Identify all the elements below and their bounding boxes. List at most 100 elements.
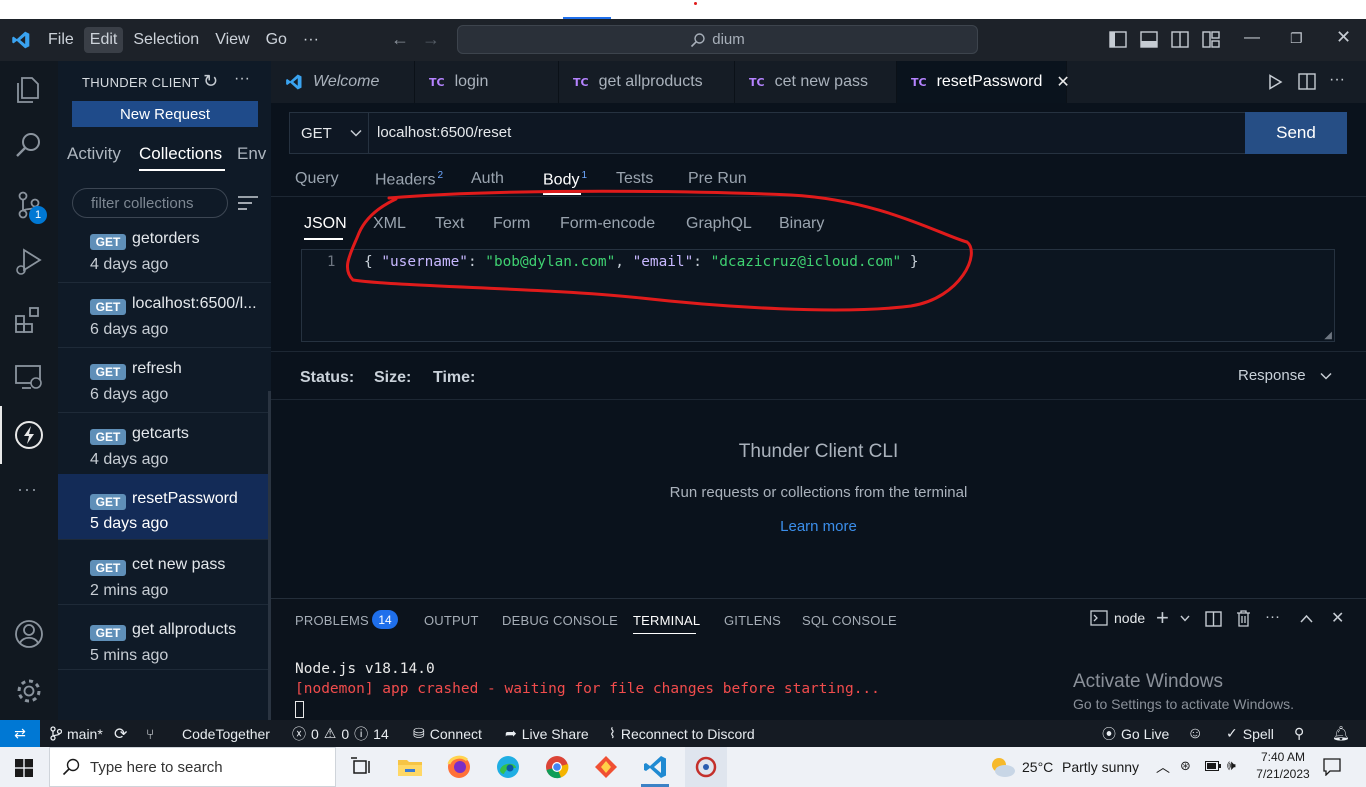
windows-start-icon[interactable]	[15, 759, 33, 777]
new-request-button[interactable]: New Request	[72, 101, 258, 127]
clock-time[interactable]: 7:40 AM	[1257, 750, 1309, 764]
list-item[interactable]: GET localhost:6500/l... 6 days ago	[58, 283, 271, 348]
split-terminal-icon[interactable]	[1205, 611, 1222, 627]
editor-more-icon[interactable]: ···	[1329, 71, 1345, 89]
task-view-icon[interactable]	[347, 754, 375, 780]
chevron-down-icon[interactable]	[1180, 615, 1190, 622]
explorer-icon[interactable]	[13, 73, 45, 105]
toggle-secondary-sidebar-icon[interactable]	[1171, 31, 1189, 48]
edge-icon[interactable]	[494, 754, 522, 780]
learn-more-text[interactable]: Learn more	[780, 518, 857, 535]
discord-status[interactable]: ⌇ Reconnect to Discord	[609, 720, 755, 747]
firefox-icon[interactable]	[445, 754, 473, 780]
learn-more-link[interactable]: Learn more	[271, 518, 1366, 535]
network-icon[interactable]: ⊛	[1180, 758, 1191, 774]
panel-tab-sql-console[interactable]: SQL CONSOLE	[802, 613, 897, 628]
menu-edit[interactable]: Edit	[83, 27, 124, 53]
activity-bar: 1 ···	[0, 61, 58, 720]
go-live[interactable]: ⦿ Go Live	[1102, 720, 1169, 747]
volume-icon[interactable]: 🕪︎	[1227, 757, 1236, 774]
close-tab-icon[interactable]: ✕	[1056, 72, 1069, 92]
menu-go[interactable]: Go	[260, 27, 293, 53]
list-item[interactable]: GET getcarts 4 days ago	[58, 413, 271, 478]
feedback-icon[interactable]: ⚲	[1294, 720, 1304, 747]
split-editor-icon[interactable]	[1298, 73, 1316, 90]
git-kraken-icon[interactable]	[592, 754, 620, 780]
spell-check[interactable]: ✓ Spell	[1226, 720, 1274, 747]
accounts-icon[interactable]	[13, 618, 45, 650]
tab-login[interactable]: TC login	[415, 61, 559, 103]
panel-tab-output[interactable]: OUTPUT	[424, 613, 479, 628]
command-center-search[interactable]: dium	[457, 25, 978, 54]
weather-temp[interactable]: 25°C	[1022, 759, 1053, 775]
terminal-selector[interactable]: node	[1090, 610, 1145, 626]
thunder-client-icon[interactable]	[13, 419, 45, 451]
battery-icon[interactable]	[1205, 761, 1221, 771]
tab-collections[interactable]: Collections	[139, 144, 222, 164]
minimize-icon[interactable]: —	[1244, 29, 1260, 47]
menu-selection[interactable]: Selection	[127, 27, 205, 53]
refresh-icon[interactable]: ↻	[203, 71, 218, 92]
menu-more[interactable]: ···	[297, 27, 325, 53]
sidebar-more-icon[interactable]: ···	[234, 70, 250, 88]
run-icon[interactable]	[1267, 74, 1283, 90]
database-connect[interactable]: ⛁ Connect	[413, 720, 482, 747]
branch-indicator[interactable]: main*	[50, 720, 103, 747]
list-item[interactable]: GET get allproducts 5 mins ago	[58, 605, 271, 670]
remote-indicator[interactable]: ⇄	[0, 720, 40, 747]
notifications-bell-icon[interactable]: 🔔︎	[1332, 720, 1350, 747]
panel-tab-problems[interactable]: PROBLEMS	[295, 613, 369, 628]
tab-get-allproducts[interactable]: TC get allproducts	[559, 61, 735, 103]
settings-gear-icon[interactable]	[13, 675, 45, 707]
search-sidebar-icon[interactable]	[13, 129, 45, 161]
extensions-icon[interactable]	[13, 304, 45, 336]
restore-icon[interactable]: ❐	[1290, 30, 1303, 47]
more-views-icon[interactable]: ···	[17, 479, 38, 500]
action-center-icon[interactable]	[1323, 758, 1341, 776]
taskbar-search-box[interactable]: Type here to search	[49, 747, 336, 787]
close-panel-icon[interactable]: ✕	[1331, 608, 1344, 628]
list-item[interactable]: GET refresh 6 days ago	[58, 348, 271, 413]
panel-tab-terminal[interactable]: TERMINAL	[633, 613, 700, 628]
filter-collections-input[interactable]: filter collections	[72, 188, 228, 218]
back-arrow-icon[interactable]: ←	[391, 29, 409, 50]
tab-activity[interactable]: Activity	[67, 144, 121, 164]
git-app-icon[interactable]	[692, 754, 720, 780]
customize-layout-icon[interactable]	[1202, 31, 1220, 48]
panel-tab-debug-console[interactable]: DEBUG CONSOLE	[502, 613, 618, 628]
remote-explorer-icon[interactable]	[13, 361, 45, 393]
list-item[interactable]: GET cet new pass 2 mins ago	[58, 540, 271, 605]
menu-file[interactable]: File	[42, 27, 80, 53]
toggle-panel-icon[interactable]	[1140, 31, 1158, 48]
menu-view[interactable]: View	[209, 27, 255, 53]
run-debug-icon[interactable]	[13, 245, 45, 277]
response-dropdown[interactable]: Response	[1238, 367, 1332, 384]
panel-tab-gitlens[interactable]: GITLENS	[724, 613, 781, 628]
panel-more-icon[interactable]: ···	[1265, 608, 1280, 625]
file-explorer-icon[interactable]	[396, 754, 424, 780]
tab-welcome[interactable]: Welcome	[271, 61, 415, 103]
chevron-up-icon[interactable]: ︿	[1156, 757, 1170, 777]
problems-status[interactable]: ⓧ 0 ⚠ 0 ⓘ 14	[292, 720, 389, 747]
clock-date[interactable]: 7/21/2023	[1253, 767, 1313, 781]
chrome-icon[interactable]	[543, 754, 571, 780]
toggle-primary-sidebar-icon[interactable]	[1109, 31, 1127, 48]
vscode-taskbar-icon[interactable]	[641, 754, 669, 780]
tab-resetpassword[interactable]: TC resetPassword ✕	[897, 61, 1070, 103]
tab-env[interactable]: Env	[237, 144, 266, 164]
trash-icon[interactable]	[1236, 610, 1251, 627]
forward-arrow-icon[interactable]: →	[422, 29, 440, 50]
list-item-selected[interactable]: GET resetPassword 5 days ago	[58, 474, 271, 540]
codetogether-status[interactable]: CodeTogether	[182, 720, 270, 747]
sync-icon[interactable]: ⟳	[114, 720, 127, 747]
list-item[interactable]: GET getorders 4 days ago	[58, 218, 271, 283]
sort-menu-icon[interactable]	[237, 194, 259, 212]
live-share[interactable]: ➦ Live Share	[505, 720, 589, 747]
weather-desc[interactable]: Partly sunny	[1062, 759, 1139, 775]
new-terminal-icon[interactable]: +	[1156, 605, 1169, 631]
tab-cet-new-pass[interactable]: TC cet new pass	[735, 61, 897, 103]
git-graph-icon[interactable]: ⑂	[146, 720, 154, 747]
copilot-icon[interactable]: ☺	[1187, 720, 1203, 747]
maximize-panel-icon[interactable]	[1300, 614, 1313, 623]
close-window-icon[interactable]: ✕	[1336, 27, 1351, 48]
